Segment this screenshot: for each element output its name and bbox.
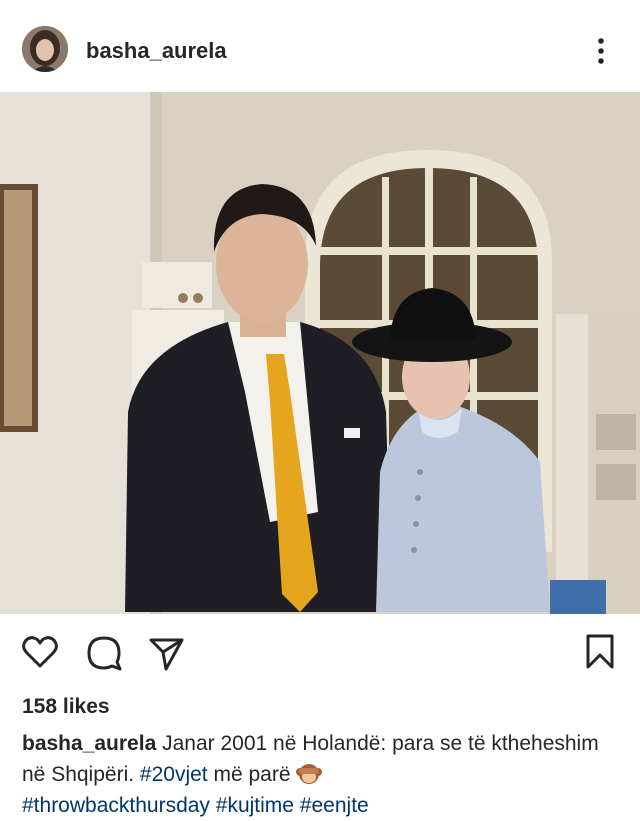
comment-icon[interactable] — [84, 632, 124, 672]
post-username[interactable]: basha_aurela — [86, 38, 227, 64]
post-actions — [0, 632, 640, 676]
heart-icon[interactable] — [20, 632, 60, 672]
hashtag-link[interactable]: #kujtime — [216, 794, 294, 817]
post-header: basha_aurela — [0, 0, 640, 92]
see-no-evil-monkey-icon — [296, 764, 323, 784]
hashtag-link[interactable]: #eenjte — [300, 794, 369, 817]
hashtag-link[interactable]: #throwbackthursday — [22, 794, 210, 817]
hashtag-link[interactable]: #20vjet — [140, 763, 208, 786]
likes-count[interactable]: 158 likes — [22, 695, 110, 719]
post-caption: basha_aurela Janar 2001 në Holandë: para… — [22, 728, 622, 821]
caption-text: më parë — [213, 763, 291, 786]
avatar[interactable] — [22, 26, 68, 72]
share-icon[interactable] — [146, 632, 186, 672]
post-photo[interactable] — [0, 92, 640, 614]
bookmark-icon[interactable] — [580, 632, 620, 672]
more-vertical-icon[interactable] — [590, 36, 612, 66]
caption-username[interactable]: basha_aurela — [22, 732, 156, 755]
